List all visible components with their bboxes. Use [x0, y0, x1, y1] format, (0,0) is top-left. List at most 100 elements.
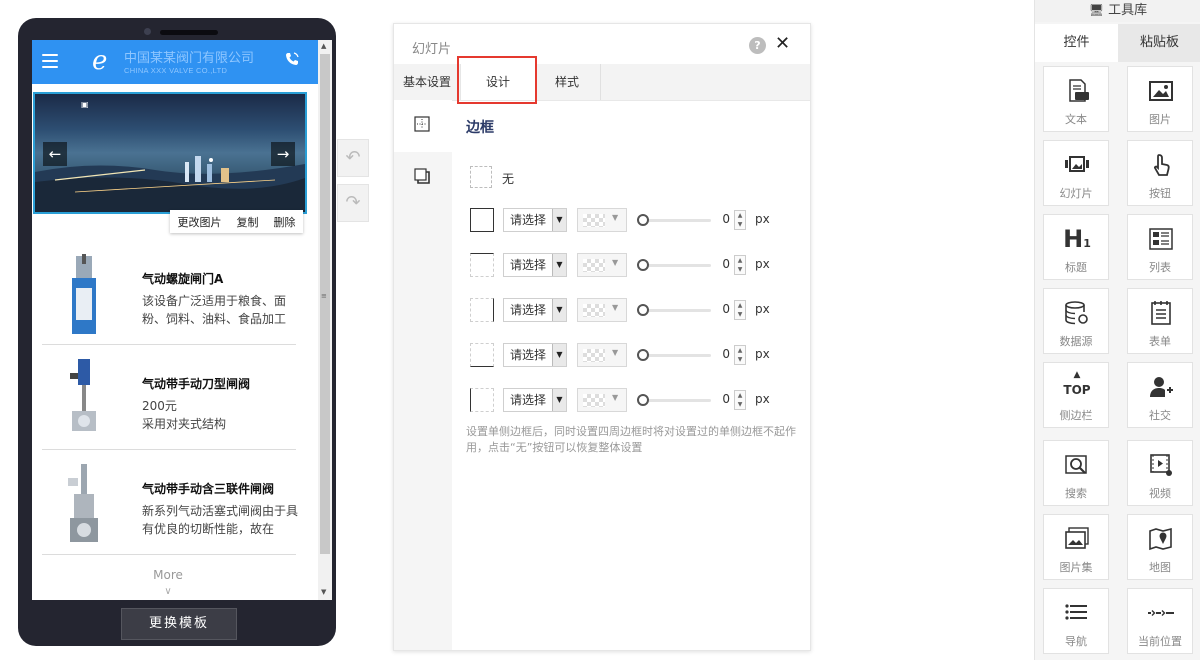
tool-map[interactable]: 地图 [1127, 514, 1193, 580]
border-width-value[interactable]: 0 [720, 257, 730, 271]
border-width-value[interactable]: 0 [720, 392, 730, 406]
border-style-select[interactable]: 请选择 ▼ [503, 298, 567, 322]
product-desc: 该设备广泛适用于粮食、面粉、饲料、油料、食品加工 [142, 294, 287, 326]
tool-gallery[interactable]: 图片集 [1043, 514, 1109, 580]
tool-search[interactable]: 搜索 [1043, 440, 1109, 506]
tool-sidebar[interactable]: ▲ TOP 侧边栏 [1043, 362, 1109, 428]
tool-nav[interactable]: 导航 [1043, 588, 1109, 654]
side-item-shadow[interactable] [394, 152, 452, 204]
slide-toolbar: 更改图片 复制 删除 [170, 210, 303, 233]
copy-button[interactable]: 复制 [237, 214, 259, 230]
hamburger-menu-icon[interactable] [42, 54, 58, 68]
product-item[interactable]: 气动带手动含三联件闸阀 新系列气动活塞式闸阀由于具有优良的切断性能，故在 [42, 450, 298, 555]
slide-next-button[interactable]: → [271, 142, 295, 166]
tool-text[interactable]: 文本 [1043, 66, 1109, 132]
border-style-select[interactable]: 请选择 ▼ [503, 343, 567, 367]
product-item[interactable]: 气动带手动刀型闸阀 200元 采用对夹式结构 [42, 345, 296, 450]
border-width-value[interactable]: 0 [720, 302, 730, 316]
company-name-en: CHINA XXX VALVE CO.,LTD [124, 66, 228, 75]
tool-label: 地图 [1149, 561, 1171, 574]
slider-handle[interactable] [637, 304, 649, 316]
phone-call-icon[interactable] [284, 51, 302, 71]
tab-style[interactable]: 样式 [534, 64, 601, 100]
border-color-picker[interactable]: ▼ [577, 298, 627, 322]
border-top-icon[interactable] [470, 253, 494, 277]
spinner-icon[interactable]: ▲ ▼ [734, 345, 746, 365]
gallery-icon [1065, 527, 1089, 549]
undo-icon[interactable]: ↶ [337, 139, 369, 177]
unit-label: px [755, 212, 770, 226]
border-color-picker[interactable]: ▼ [577, 388, 627, 412]
company-logo-icon: e [92, 46, 108, 76]
unit-label: px [755, 392, 770, 406]
spinner-icon[interactable]: ▲ ▼ [734, 300, 746, 320]
caret-up-icon: ▲ [1073, 370, 1081, 380]
slider-handle[interactable] [637, 259, 649, 271]
chevron-down-icon: ▼ [552, 344, 566, 366]
border-hint-text: 设置单侧边框后，同时设置四周边框时将对设置过的单侧边框不起作用，点击“无”按钮可… [466, 425, 796, 454]
tool-button[interactable]: 按钮 [1127, 140, 1193, 206]
tool-datasource[interactable]: 数据源 [1043, 288, 1109, 354]
border-color-picker[interactable]: ▼ [577, 253, 627, 277]
tab-controls[interactable]: 控件 [1035, 24, 1118, 62]
border-width-value[interactable]: 0 [720, 347, 730, 361]
tab-basic-settings[interactable]: 基本设置 [398, 64, 456, 100]
slider-handle[interactable] [637, 349, 649, 361]
slideshow-widget[interactable]: ▣ ← → [33, 92, 307, 214]
chevron-down-icon: ▼ [612, 303, 619, 312]
delete-button[interactable]: 删除 [274, 214, 296, 230]
slider-handle[interactable] [637, 394, 649, 406]
border-left-icon[interactable] [470, 388, 494, 412]
slide-prev-button[interactable]: ← [43, 142, 67, 166]
tool-image[interactable]: 图片 [1127, 66, 1193, 132]
change-image-button[interactable]: 更改图片 [178, 214, 222, 230]
close-icon[interactable]: ✕ [775, 33, 790, 54]
scroll-thumb[interactable] [320, 54, 330, 554]
border-bottom-icon[interactable] [470, 343, 494, 367]
spinner-icon[interactable]: ▲ ▼ [734, 210, 746, 230]
tool-label: 当前位置 [1138, 635, 1182, 648]
tool-social[interactable]: 社交 [1127, 362, 1193, 428]
tool-video[interactable]: 视频 [1127, 440, 1193, 506]
tool-heading[interactable]: H1 标题 [1043, 214, 1109, 280]
tool-label: 表单 [1149, 335, 1171, 348]
search-icon [1065, 455, 1087, 474]
tool-form[interactable]: 表单 [1127, 288, 1193, 354]
phone-camera [144, 28, 151, 35]
chevron-down-icon[interactable]: ∨ [32, 586, 304, 597]
border-style-select[interactable]: 请选择 ▼ [503, 208, 567, 232]
more-link[interactable]: More [32, 568, 304, 582]
side-item-border[interactable] [394, 100, 452, 152]
change-template-button[interactable]: 更换模板 [121, 608, 237, 640]
scroll-up-arrow-icon[interactable]: ▲ [321, 42, 326, 50]
top-glyph: TOP [1063, 383, 1091, 397]
city-night-image [35, 156, 305, 212]
spinner-icon[interactable]: ▲ ▼ [734, 255, 746, 275]
border-style-select[interactable]: 请选择 ▼ [503, 388, 567, 412]
border-width-value[interactable]: 0 [720, 212, 730, 226]
product-desc: 200元 采用对夹式结构 [142, 399, 227, 431]
border-right-icon[interactable] [470, 298, 494, 322]
chevron-down-icon: ▼ [552, 209, 566, 231]
list-icon [1149, 228, 1173, 250]
tool-slideshow[interactable]: 幻灯片 [1043, 140, 1109, 206]
slider-handle[interactable] [637, 214, 649, 226]
redo-icon[interactable]: ↷ [337, 184, 369, 222]
tool-label: 导航 [1065, 635, 1087, 648]
chevron-down-icon: ▼ [612, 258, 619, 267]
tool-breadcrumb[interactable]: 当前位置 [1127, 588, 1193, 654]
border-style-select[interactable]: 请选择 ▼ [503, 253, 567, 277]
border-color-picker[interactable]: ▼ [577, 343, 627, 367]
scroll-down-arrow-icon[interactable]: ▼ [321, 588, 326, 596]
product-item[interactable]: 气动螺旋闸门A 该设备广泛适用于粮食、面粉、饲料、油料、食品加工 [42, 240, 296, 345]
chevron-down-icon: ▼ [552, 299, 566, 321]
help-icon[interactable]: ? [749, 37, 766, 54]
border-color-picker[interactable]: ▼ [577, 208, 627, 232]
tool-label: 社交 [1149, 409, 1171, 422]
tool-list[interactable]: 列表 [1127, 214, 1193, 280]
tab-clipboard[interactable]: 粘贴板 [1118, 24, 1200, 62]
border-all-icon[interactable] [470, 208, 494, 232]
spinner-icon[interactable]: ▲ ▼ [734, 390, 746, 410]
chevron-down-icon: ▼ [612, 348, 619, 357]
select-label: 请选择 [510, 213, 547, 227]
